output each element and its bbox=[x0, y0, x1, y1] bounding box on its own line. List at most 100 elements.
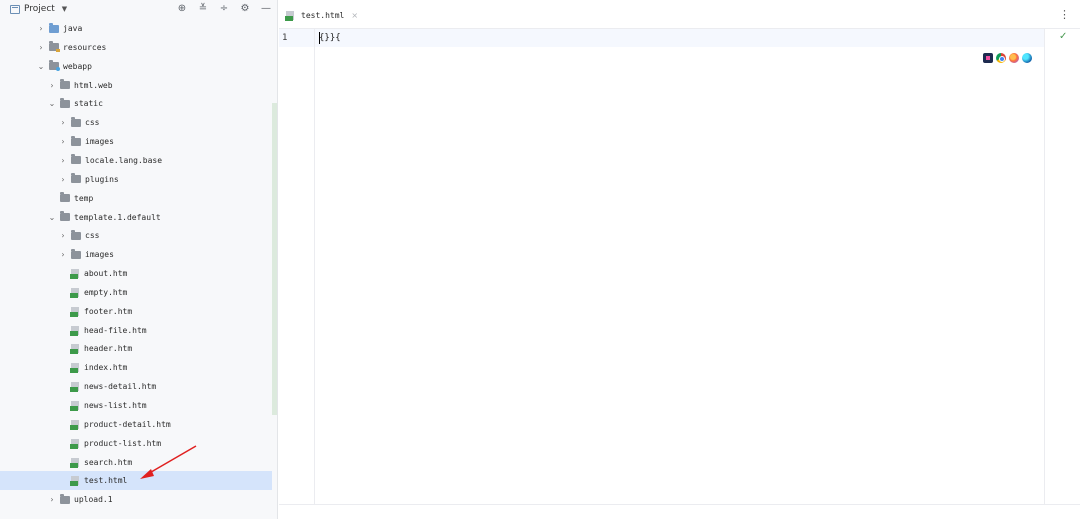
tree-item-label: images bbox=[85, 137, 114, 147]
chevron-right-icon[interactable]: › bbox=[58, 250, 68, 259]
folder-icon bbox=[71, 135, 81, 146]
folder-web-icon bbox=[49, 60, 60, 72]
folder-icon bbox=[60, 79, 70, 90]
tree-item-label: product-list.htm bbox=[84, 438, 162, 448]
tree-file-item[interactable]: ›news-detail.htm bbox=[0, 377, 272, 396]
html-file-icon bbox=[70, 306, 81, 317]
tree-item-label: images bbox=[85, 250, 114, 260]
tree-folder-item[interactable]: › locale.lang.base bbox=[0, 151, 272, 170]
text-caret bbox=[319, 32, 320, 44]
tree-item-label: about.htm bbox=[84, 269, 128, 279]
chevron-right-icon[interactable]: › bbox=[58, 231, 68, 240]
project-icon bbox=[10, 4, 20, 14]
chevron-down-icon[interactable]: ⌄ bbox=[36, 62, 46, 71]
firefox-icon[interactable] bbox=[1009, 53, 1019, 63]
tree-item-label: head-file.htm bbox=[84, 325, 147, 335]
error-stripe bbox=[1044, 29, 1080, 504]
tree-folder-item[interactable]: › html.web bbox=[0, 76, 272, 95]
chevron-right-icon[interactable]: › bbox=[58, 175, 68, 184]
edge-icon[interactable] bbox=[1022, 53, 1032, 63]
project-view-selector[interactable]: Project ▼ bbox=[10, 4, 67, 14]
tree-item-label: test.html bbox=[84, 476, 128, 486]
line-gutter bbox=[279, 29, 315, 504]
html-file-icon bbox=[70, 325, 81, 336]
tree-file-item[interactable]: ›about.htm bbox=[0, 264, 272, 283]
chevron-right-icon[interactable]: › bbox=[47, 81, 57, 90]
tree-file-item[interactable]: ›empty.htm bbox=[0, 283, 272, 302]
project-panel: Project ▼ ⊕ ≚ ÷ ⚙ — › java › resources ⌄ weba… bbox=[0, 0, 278, 519]
tree-item-label: empty.htm bbox=[84, 287, 128, 297]
chevron-right-icon[interactable]: › bbox=[36, 24, 46, 33]
tree-file-item[interactable]: ›search.htm bbox=[0, 453, 272, 472]
target-icon[interactable]: ⊕ bbox=[176, 3, 188, 15]
tree-file-item[interactable]: ›index.htm bbox=[0, 358, 272, 377]
chevron-right-icon[interactable]: › bbox=[36, 43, 46, 52]
chevron-right-icon[interactable]: › bbox=[58, 118, 68, 127]
tree-file-item[interactable]: ›head-file.htm bbox=[0, 321, 272, 340]
chevron-right-icon[interactable]: › bbox=[58, 137, 68, 146]
tree-file-item[interactable]: ›product-detail.htm bbox=[0, 415, 272, 434]
html-file-icon bbox=[285, 10, 296, 21]
tree-folder-item[interactable]: › css bbox=[0, 113, 272, 132]
tree-file-item[interactable]: ›test.html bbox=[0, 471, 272, 491]
html-file-icon bbox=[70, 419, 81, 430]
editor-area: test.html × ⋮ 1 {}}{ ✓ bbox=[279, 0, 1080, 519]
chevron-right-icon[interactable]: › bbox=[47, 495, 57, 504]
tab-label: test.html bbox=[301, 10, 345, 20]
tree-item-label: news-list.htm bbox=[84, 401, 147, 410]
tree-folder-item[interactable]: ›temp bbox=[0, 189, 272, 208]
project-toolbar: ⊕ ≚ ÷ ⚙ — bbox=[176, 3, 272, 15]
folder-source-icon bbox=[49, 22, 59, 33]
tree-item-label: css bbox=[85, 118, 100, 128]
tree-folder-item[interactable]: › upload.1 bbox=[0, 490, 272, 509]
tree-file-item[interactable]: ›product-list.htm bbox=[0, 434, 272, 453]
html-file-icon bbox=[70, 343, 81, 355]
folder-icon bbox=[60, 211, 70, 221]
tree-folder-item[interactable]: › resources bbox=[0, 38, 272, 57]
minimize-icon[interactable]: — bbox=[260, 3, 272, 15]
code-line[interactable]: {}}{ bbox=[319, 33, 341, 43]
current-line-highlight bbox=[279, 29, 1044, 47]
tree-item-label: html.web bbox=[74, 80, 113, 90]
close-icon[interactable]: × bbox=[351, 11, 358, 20]
chevron-down-icon[interactable]: ⌄ bbox=[47, 213, 57, 222]
more-menu-icon[interactable]: ⋮ bbox=[1059, 8, 1070, 21]
tree-folder-item[interactable]: ⌄ template.1.default bbox=[0, 208, 272, 227]
html-file-icon bbox=[70, 287, 81, 298]
chevron-down-icon[interactable]: ⌄ bbox=[47, 99, 57, 108]
folder-icon bbox=[71, 116, 81, 127]
tree-folder-item[interactable]: › images bbox=[0, 245, 272, 264]
chevron-right-icon[interactable]: › bbox=[58, 156, 68, 165]
html-file-icon bbox=[70, 475, 81, 487]
expand-all-icon[interactable]: ≚ bbox=[197, 3, 209, 15]
tree-item-label: search.htm bbox=[84, 457, 133, 467]
tree-item-label: plugins bbox=[85, 174, 119, 184]
folder-icon bbox=[60, 192, 70, 203]
tree-item-label: footer.htm bbox=[84, 306, 133, 316]
tree-folder-item[interactable]: ⌄ webapp bbox=[0, 57, 272, 76]
tab-test-html[interactable]: test.html × bbox=[283, 6, 358, 24]
collapse-all-icon[interactable]: ÷ bbox=[218, 3, 230, 15]
folder-resources-icon bbox=[49, 41, 60, 53]
tree-item-label: index.htm bbox=[84, 363, 128, 373]
line-number: 1 bbox=[282, 33, 288, 43]
folder-icon bbox=[60, 493, 70, 504]
intellij-browser-icon[interactable] bbox=[983, 53, 993, 63]
tree-file-item[interactable]: ›header.htm bbox=[0, 339, 272, 358]
tree-file-item[interactable]: ›footer.htm bbox=[0, 302, 272, 321]
folder-icon bbox=[60, 97, 70, 108]
browser-preview-toolbar bbox=[983, 53, 1032, 63]
project-panel-header: Project ▼ ⊕ ≚ ÷ ⚙ — bbox=[0, 0, 277, 20]
tree-folder-item[interactable]: › css bbox=[0, 226, 272, 245]
tree-folder-item[interactable]: › images bbox=[0, 132, 272, 151]
tree-item-label: webapp bbox=[63, 61, 92, 71]
inspection-ok-icon[interactable]: ✓ bbox=[1059, 31, 1067, 42]
editor-tab-bar: test.html × ⋮ bbox=[279, 0, 1080, 29]
tree-folder-item[interactable]: ⌄ static bbox=[0, 94, 272, 113]
gear-icon[interactable]: ⚙ bbox=[239, 3, 251, 15]
tree-file-item[interactable]: ›news-list.htm bbox=[0, 396, 272, 415]
chrome-icon[interactable] bbox=[996, 53, 1006, 63]
folder-icon bbox=[71, 229, 81, 240]
tree-folder-item[interactable]: › plugins bbox=[0, 170, 272, 189]
tree-folder-item[interactable]: › java bbox=[0, 19, 272, 38]
